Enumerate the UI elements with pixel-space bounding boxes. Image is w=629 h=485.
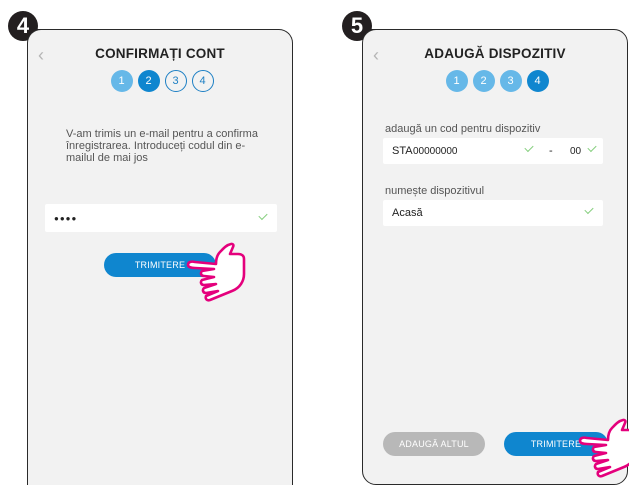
- confirmation-code-input[interactable]: ●●●●: [45, 204, 277, 232]
- phone-screen-add-device: ‹ ADAUGĂ DISPOZITIV 1 2 3 4 adaugă un co…: [362, 29, 628, 485]
- phone-screen-confirm-account: ‹ CONFIRMAȚI CONT 1 2 3 4 V-am trimis un…: [27, 29, 293, 485]
- step-2: 2: [137, 70, 160, 92]
- confirmation-code-value: ●●●●: [54, 214, 78, 223]
- device-code-suffix: 00: [570, 146, 582, 157]
- step-indicator: 1 2 3 4: [32, 70, 292, 92]
- device-name-value: Acasă: [392, 207, 423, 219]
- check-icon: [524, 142, 534, 153]
- confirmation-message: V-am trimis un e-mail pentru a confirma …: [66, 128, 258, 164]
- add-another-button[interactable]: ADAUGĂ ALTUL: [383, 432, 485, 456]
- page-title: ADAUGĂ DISPOZITIV: [424, 46, 566, 61]
- pointing-hand-icon: [578, 418, 629, 478]
- step-3: 3: [499, 70, 522, 92]
- step-4: 4: [191, 70, 214, 92]
- device-code-input[interactable]: STA 00000000 - 00: [383, 138, 603, 164]
- step-indicator: 1 2 3 4: [367, 70, 627, 92]
- pointing-hand-icon: [186, 242, 246, 302]
- device-code-label: adaugă un cod pentru dispozitiv: [385, 123, 541, 135]
- step-2: 2: [472, 70, 495, 92]
- step-3: 3: [164, 70, 187, 92]
- step-4: 4: [526, 70, 549, 92]
- check-icon: [587, 142, 597, 153]
- check-icon: [584, 204, 594, 215]
- step-1: 1: [110, 70, 133, 92]
- step-1: 1: [445, 70, 468, 92]
- device-code-separator: -: [549, 145, 553, 157]
- device-name-label: numește dispozitivul: [385, 185, 485, 197]
- page-title: CONFIRMAȚI CONT: [95, 46, 225, 61]
- check-icon: [258, 210, 268, 221]
- device-code-main: 00000000: [413, 146, 458, 157]
- device-name-input[interactable]: Acasă: [383, 200, 603, 226]
- device-code-prefix: STA: [392, 145, 413, 157]
